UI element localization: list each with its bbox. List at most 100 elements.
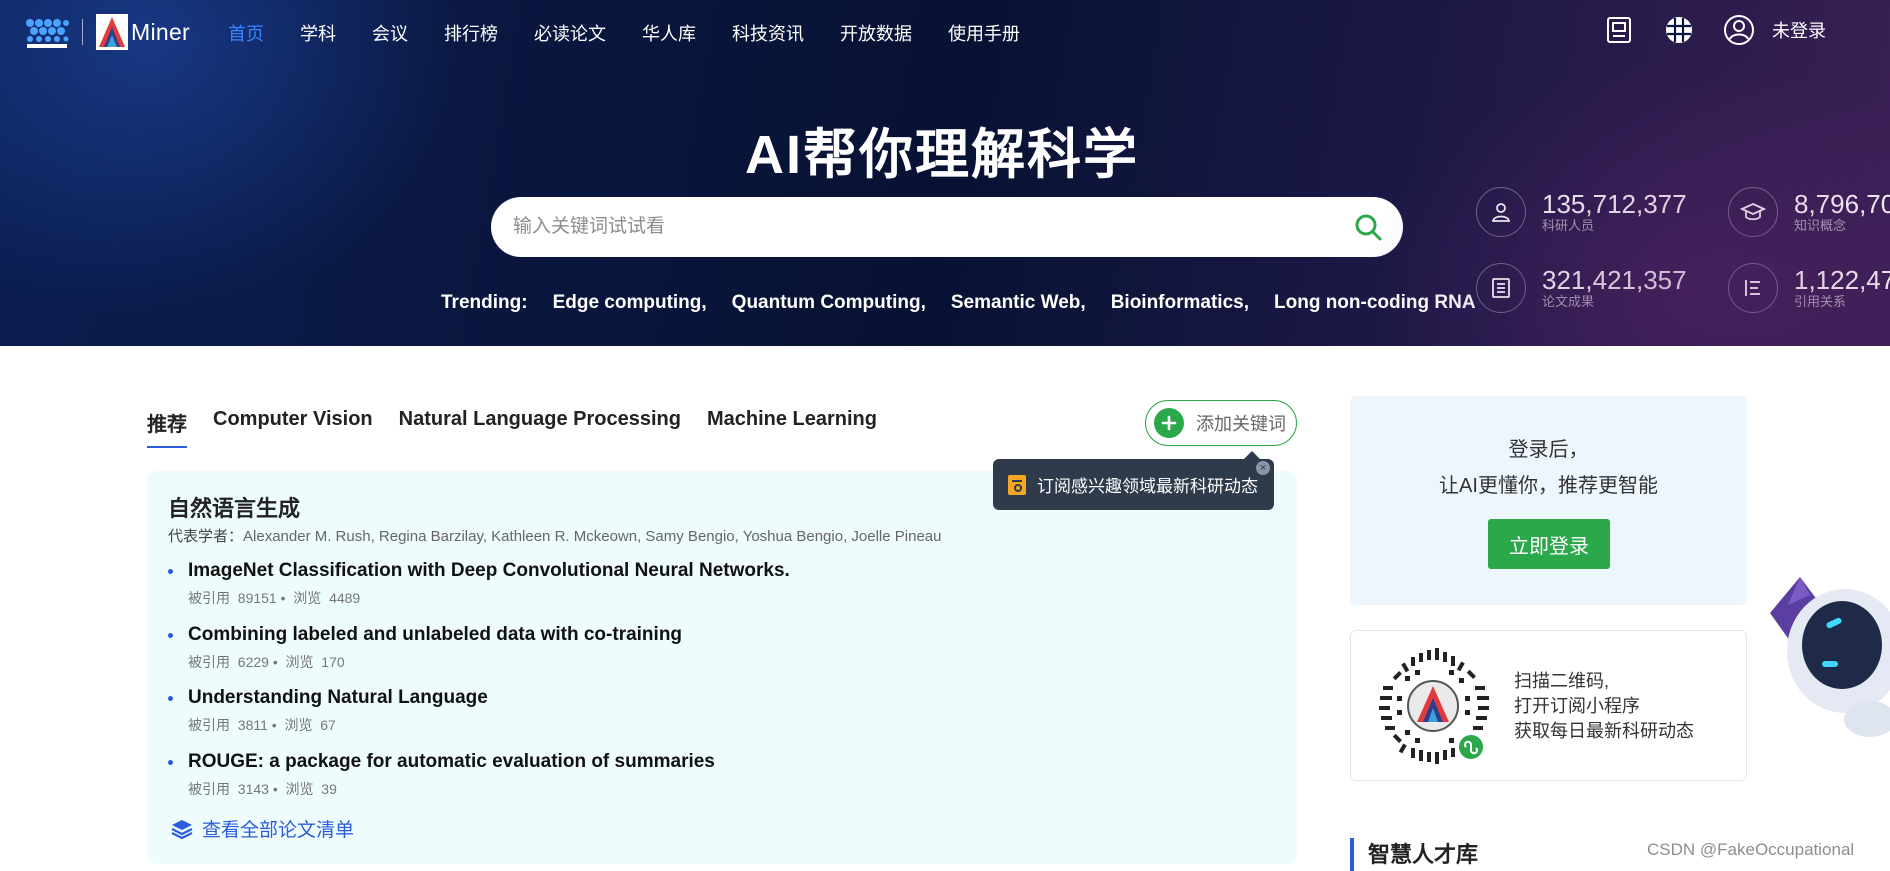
robot-assistant-icon[interactable]	[1770, 565, 1890, 740]
views-count: 67	[320, 717, 336, 733]
qr-instructions: 扫描二维码, 打开订阅小程序 获取每日最新科研动态	[1514, 669, 1694, 744]
topic-tabs: 推荐 Computer Vision Natural Language Proc…	[147, 408, 903, 448]
trending-item[interactable]: Bioinformatics,	[1111, 292, 1249, 314]
stat-papers: 321,421,357 论文成果	[1476, 263, 1687, 313]
nav-home[interactable]: 首页	[228, 20, 264, 46]
views-label: 浏览	[285, 781, 314, 797]
paper-meta: 被引用 3143 • 浏览 39	[188, 781, 337, 797]
talent-section-title: 智慧人才库	[1350, 838, 1478, 871]
subscribe-icon	[1008, 474, 1026, 495]
view-all-label: 查看全部论文清单	[202, 820, 355, 841]
nav-conferences[interactable]: 会议	[372, 20, 408, 46]
trending-label: Trending:	[441, 292, 528, 313]
topic-scholars: 代表学者：Alexander M. Rush, Regina Barzilay,…	[168, 525, 941, 546]
nav-subjects[interactable]: 学科	[300, 20, 336, 46]
add-keyword-label: 添加关键词	[1196, 414, 1286, 434]
login-prompt-line2: 让AI更懂你，推荐更智能	[1439, 475, 1658, 497]
tab-computer-vision[interactable]: Computer Vision	[213, 408, 373, 448]
stat-citations: 1,122,47 引用关系	[1728, 263, 1890, 313]
stats-panel: 135,712,377 科研人员 8,796,70 知识概念 321,421,3…	[1476, 187, 1890, 327]
cited-label: 被引用	[188, 590, 230, 606]
trending-item[interactable]: Semantic Web,	[951, 292, 1086, 314]
nav-chinese-scholars[interactable]: 华人库	[642, 20, 696, 46]
logo-text: Miner	[131, 18, 191, 45]
views-label: 浏览	[284, 717, 313, 733]
stat-label: 论文成果	[1542, 294, 1595, 309]
close-icon[interactable]: ×	[1256, 461, 1270, 475]
bullet	[168, 760, 173, 765]
hero-title-text: AI帮你理解科学	[745, 125, 1139, 185]
paper-title[interactable]: Combining labeled and unlabeled data wit…	[188, 624, 682, 646]
bullet	[168, 569, 173, 574]
views-label: 浏览	[285, 654, 314, 670]
stat-value: 321,421,357	[1542, 265, 1687, 295]
trending-item[interactable]: Long non-coding RNA	[1274, 292, 1476, 314]
tab-machine-learning[interactable]: Machine Learning	[707, 408, 877, 448]
nav-must-read[interactable]: 必读论文	[534, 20, 606, 46]
grid-icon[interactable]	[1662, 13, 1696, 47]
nav-right: 未登录	[1602, 13, 1890, 47]
topic-card: 自然语言生成 代表学者：Alexander M. Rush, Regina Ba…	[147, 471, 1297, 864]
login-button[interactable]: 立即登录	[1488, 519, 1610, 569]
trending-bar: Trending: Edge computing, Quantum Comput…	[441, 292, 1501, 314]
qr-line: 扫描二维码,	[1514, 671, 1610, 691]
views-count: 4489	[329, 590, 361, 606]
page: Miner 首页 学科 会议 排行榜 必读论文 华人库 科技资讯 开放数据 使用…	[0, 0, 1890, 871]
paper-title[interactable]: Understanding Natural Language	[188, 687, 488, 709]
nav-open-data[interactable]: 开放数据	[840, 20, 912, 46]
login-prompt-line1: 登录后，	[1508, 439, 1589, 461]
acemap-logo-icon	[26, 19, 69, 48]
person-icon	[1476, 187, 1526, 237]
graduation-cap-icon	[1728, 187, 1778, 237]
bullet	[168, 633, 173, 638]
hero-banner: Miner 首页 学科 会议 排行榜 必读论文 华人库 科技资讯 开放数据 使用…	[0, 0, 1890, 346]
view-all-papers-link[interactable]: 查看全部论文清单	[170, 815, 354, 842]
qr-card: 扫描二维码, 打开订阅小程序 获取每日最新科研动态	[1350, 630, 1747, 781]
cited-count: 3811	[237, 717, 268, 733]
add-keyword-button[interactable]: 添加关键词	[1145, 400, 1297, 446]
trending-item[interactable]: Edge computing,	[553, 292, 707, 314]
stat-researchers: 135,712,377 科研人员	[1476, 187, 1687, 237]
views-count: 170	[321, 654, 345, 670]
nav-tech-news[interactable]: 科技资讯	[732, 20, 804, 46]
paper-meta: 被引用 6229 • 浏览 170	[188, 654, 345, 670]
stat-concepts: 8,796,70 知识概念	[1728, 187, 1890, 237]
aminer-logo-icon	[96, 14, 128, 50]
paper-icon	[1476, 263, 1526, 313]
stat-label: 知识概念	[1794, 218, 1847, 233]
logo-group[interactable]: Miner	[24, 12, 190, 52]
tab-recommended[interactable]: 推荐	[147, 408, 187, 448]
views-count: 39	[321, 781, 337, 797]
stat-value: 8,796,70	[1794, 189, 1890, 219]
hero-title: AI帮你理解科学	[0, 110, 1890, 189]
app-icon[interactable]	[1602, 13, 1636, 47]
cited-count: 89151	[237, 590, 277, 606]
user-icon[interactable]	[1722, 13, 1756, 47]
paper-title[interactable]: ImageNet Classification with Deep Convol…	[188, 560, 790, 582]
bullet	[168, 696, 173, 701]
logo-divider	[82, 19, 83, 45]
stat-value: 1,122,47	[1794, 265, 1890, 295]
cited-count: 3143	[237, 781, 269, 797]
paper-title[interactable]: ROUGE: a package for automatic evaluatio…	[188, 751, 715, 773]
qr-line: 打开订阅小程序	[1514, 696, 1640, 716]
nav-rankings[interactable]: 排行榜	[444, 20, 498, 46]
tab-nlp[interactable]: Natural Language Processing	[399, 408, 681, 448]
trending-item[interactable]: Quantum Computing,	[732, 292, 926, 314]
cited-label: 被引用	[188, 654, 230, 670]
scholars-label: 代表学者：	[168, 528, 244, 545]
watermark: CSDN @FakeOccupational	[1647, 840, 1855, 859]
search-input[interactable]	[513, 197, 1313, 257]
subscribe-tooltip: 订阅感兴趣领域最新科研动态 ×	[993, 451, 1274, 510]
tooltip-text: 订阅感兴趣领域最新科研动态	[1037, 477, 1258, 496]
search-icon[interactable]	[1353, 212, 1383, 242]
cited-label: 被引用	[188, 781, 230, 797]
views-label: 浏览	[293, 590, 322, 606]
cited-count: 6229	[237, 654, 269, 670]
nav-manual[interactable]: 使用手册	[948, 20, 1020, 46]
stat-value: 135,712,377	[1542, 189, 1687, 219]
tooltip-arrow	[1244, 451, 1260, 459]
scholars-names: Alexander M. Rush, Regina Barzilay, Kath…	[243, 528, 942, 545]
qr-line: 获取每日最新科研动态	[1514, 721, 1694, 741]
login-status[interactable]: 未登录	[1772, 17, 1826, 43]
